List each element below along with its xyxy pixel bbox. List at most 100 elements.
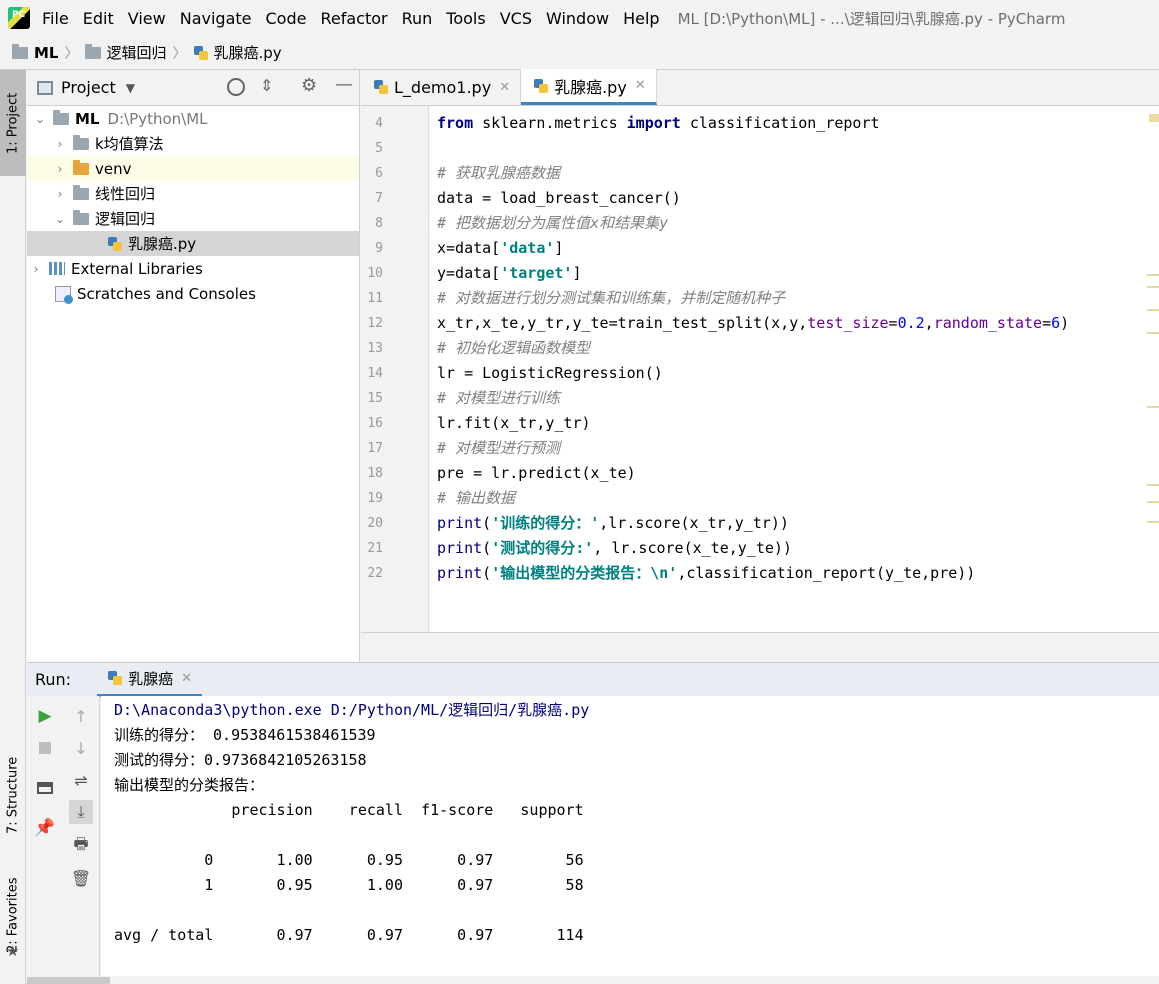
- chevron-right-icon[interactable]: ›: [53, 137, 67, 151]
- menu-view[interactable]: View: [128, 9, 166, 28]
- left-tool-stripe: 1: Project 7: Structure 2: Favorites ★: [0, 70, 26, 984]
- star-icon: ★: [6, 942, 20, 960]
- scroll-to-end-icon[interactable]: ⤓: [69, 800, 93, 824]
- close-icon[interactable]: ✕: [181, 671, 192, 686]
- menu-help[interactable]: Help: [623, 9, 659, 28]
- collapse-all-icon[interactable]: ⇕: [260, 76, 273, 95]
- menu-code[interactable]: Code: [266, 9, 307, 28]
- code-line: # 输出数据: [437, 489, 516, 507]
- arrow-down-icon[interactable]: ↓: [69, 736, 93, 760]
- tree-item-external-libraries[interactable]: › External Libraries: [27, 256, 359, 281]
- chevron-right-icon[interactable]: ›: [29, 262, 43, 276]
- scroll-marker: [1147, 521, 1159, 523]
- menu-file[interactable]: File: [42, 9, 69, 28]
- line-number: 19: [367, 491, 383, 506]
- scroll-marker: [1147, 484, 1159, 486]
- tab-breast-cancer[interactable]: 乳腺癌.py ✕: [521, 69, 657, 105]
- tree-item-logistic-regression[interactable]: ⌄ 逻辑回归: [27, 206, 359, 231]
- line-number: 5: [375, 141, 383, 156]
- console-output[interactable]: D:\Anaconda3\python.exe D:/Python/ML/逻辑回…: [101, 696, 1159, 976]
- chevron-down-icon[interactable]: ⌄: [53, 212, 67, 226]
- code-line: print('测试的得分:', lr.score(x_te,y_te)): [437, 539, 792, 557]
- line-number: 4: [375, 116, 383, 131]
- run-toolbar-right: ↑ ↓ ⇌ ⤓ 🖶 🗑: [63, 696, 100, 976]
- tree-item-breast-cancer-file[interactable]: 乳腺癌.py: [27, 231, 359, 256]
- run-tab[interactable]: 乳腺癌 ✕: [97, 663, 202, 697]
- chevron-right-icon: 〉: [172, 45, 187, 62]
- line-number: 13: [367, 341, 383, 356]
- menu-refactor[interactable]: Refactor: [320, 9, 387, 28]
- minimize-icon[interactable]: —: [335, 74, 353, 95]
- chevron-down-icon[interactable]: ⌄: [33, 112, 47, 126]
- scroll-marker: [1147, 332, 1159, 334]
- tree-item-scratches[interactable]: Scratches and Consoles: [27, 281, 359, 306]
- project-panel-title[interactable]: Project: [61, 78, 116, 97]
- python-file-icon: [193, 45, 209, 61]
- line-number: 16: [367, 416, 383, 431]
- folder-icon: [73, 209, 89, 225]
- tree-item-kmeans[interactable]: › k均值算法: [27, 131, 359, 156]
- code-line: x=data['data']: [437, 239, 564, 257]
- breadcrumb-item-file[interactable]: 乳腺癌.py: [193, 42, 282, 63]
- close-icon[interactable]: ✕: [499, 80, 510, 95]
- rerun-icon[interactable]: ▶: [33, 704, 57, 728]
- close-icon[interactable]: ✕: [635, 78, 646, 93]
- chevron-right-icon[interactable]: ›: [53, 162, 67, 176]
- menu-tools[interactable]: Tools: [446, 9, 485, 28]
- scroll-marker: [1147, 309, 1159, 311]
- scroll-marker: [1149, 114, 1159, 122]
- code-line: # 把数据划分为属性值x和结果集y: [437, 214, 669, 232]
- python-file-icon: [107, 236, 123, 252]
- gear-icon[interactable]: ⚙: [301, 75, 317, 96]
- tool-tab-structure[interactable]: 7: Structure: [0, 740, 26, 850]
- menu-edit[interactable]: Edit: [83, 9, 114, 28]
- code-line: # 对模型进行训练: [437, 389, 561, 407]
- folder-icon: [53, 109, 69, 125]
- window-title: ML [D:\Python\ML] - ...\逻辑回归\乳腺癌.py - Py…: [677, 9, 1066, 28]
- scrollbar-thumb[interactable]: [27, 977, 110, 984]
- python-file-icon: [373, 79, 389, 95]
- console-line: 训练的得分： 0.9538461538461539: [114, 726, 376, 744]
- line-number: 9: [375, 241, 383, 256]
- python-file-icon: [107, 670, 123, 686]
- stop-icon[interactable]: [33, 736, 57, 760]
- breadcrumb-item-ml[interactable]: ML: [12, 43, 59, 62]
- code-editor[interactable]: from sklearn.metrics import classificati…: [430, 106, 1159, 632]
- pin-icon[interactable]: 📌: [33, 816, 57, 840]
- code-line: data = load_breast_cancer(): [437, 189, 681, 207]
- scroll-marker: [1147, 501, 1159, 503]
- tree-item-ml[interactable]: ⌄ ML D:\Python\ML: [27, 106, 359, 131]
- locate-icon[interactable]: [227, 78, 245, 96]
- menu-bar: PC File Edit View Navigate Code Refactor…: [0, 0, 1159, 36]
- editor-status-strip: [361, 632, 1159, 662]
- horizontal-scrollbar[interactable]: [27, 976, 1159, 984]
- menu-window[interactable]: Window: [546, 9, 609, 28]
- run-toolbar-left: ▶ 📌: [27, 696, 63, 976]
- chevron-right-icon: 〉: [64, 45, 79, 62]
- tool-tab-project[interactable]: 1: Project: [0, 70, 26, 176]
- line-number: 6: [375, 166, 383, 181]
- code-line: # 对数据进行划分测试集和训练集，并制定随机种子: [437, 289, 786, 307]
- soft-wrap-icon[interactable]: ⇌: [69, 768, 93, 792]
- folder-icon: [73, 159, 89, 175]
- code-line: from sklearn.metrics import classificati…: [437, 114, 880, 132]
- console-line: 测试的得分：0.9736842105263158: [114, 751, 367, 769]
- layout-icon[interactable]: [33, 776, 57, 800]
- chevron-down-icon[interactable]: ▼: [126, 81, 135, 95]
- line-number: 14: [367, 366, 383, 381]
- breadcrumb-item-folder[interactable]: 逻辑回归: [84, 42, 167, 63]
- tab-l-demo1[interactable]: L_demo1.py ✕: [361, 69, 522, 105]
- console-line: 输出模型的分类报告：: [114, 776, 265, 794]
- scroll-marker: [1147, 274, 1159, 276]
- tree-item-linear-regression[interactable]: › 线性回归: [27, 181, 359, 206]
- line-number: 18: [367, 466, 383, 481]
- menu-navigate[interactable]: Navigate: [180, 9, 252, 28]
- menu-run[interactable]: Run: [402, 9, 433, 28]
- console-line: 0 1.00 0.95 0.97 56: [114, 851, 584, 869]
- arrow-up-icon[interactable]: ↑: [69, 704, 93, 728]
- chevron-right-icon[interactable]: ›: [53, 187, 67, 201]
- print-icon[interactable]: 🖶: [69, 834, 93, 858]
- trash-icon[interactable]: 🗑: [69, 866, 93, 890]
- menu-vcs[interactable]: VCS: [500, 9, 532, 28]
- tree-item-venv[interactable]: › venv: [27, 156, 359, 181]
